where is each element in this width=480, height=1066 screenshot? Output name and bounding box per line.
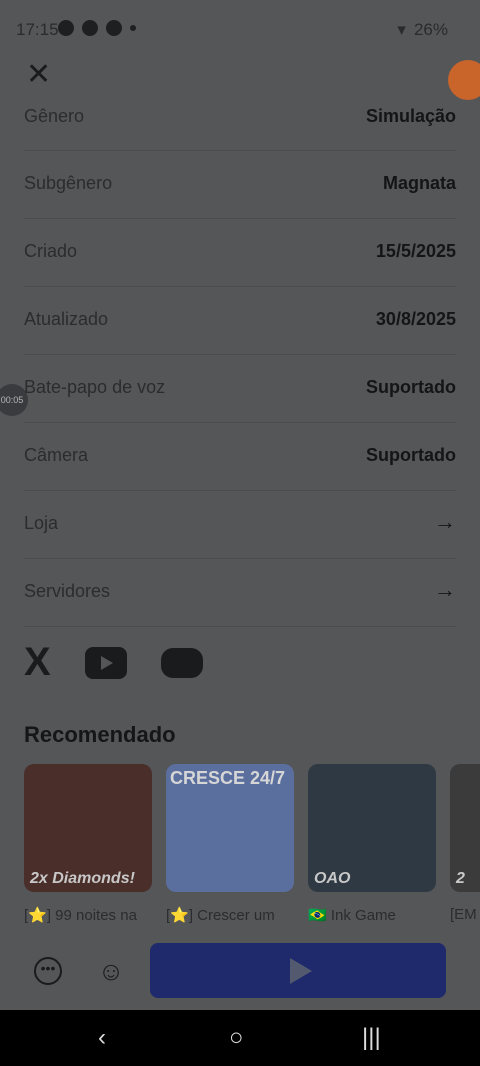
thumbnail-caption: OAO <box>314 870 351 887</box>
more-options-icon[interactable]: ••• <box>34 957 62 985</box>
game-card-title: [EM <box>450 906 477 923</box>
detail-value: Suportado <box>366 445 456 465</box>
play-icon <box>290 958 312 984</box>
system-icons: ▾ 26% <box>397 20 448 40</box>
brush-fab-button[interactable] <box>448 60 480 100</box>
recents-icon[interactable]: ||| <box>362 1024 381 1052</box>
status-bar: 17:15 ▾ 26% <box>0 0 480 58</box>
detail-value: Simulação <box>365 106 456 126</box>
game-card-title: 🇧🇷 Ink Game <box>308 907 396 924</box>
bottom-action-bar: ••• ☺ <box>0 942 480 1010</box>
detail-value: Suportado <box>366 377 456 397</box>
notification-icons <box>58 20 136 36</box>
social-links: X <box>24 640 203 685</box>
recommended-title: Recomendado <box>24 722 176 747</box>
thumbnail-caption: 2 <box>456 870 465 887</box>
thumbnail-caption: CRESCE 24/7 <box>170 768 286 788</box>
recommended-carousel[interactable]: 2x Diamonds! [⭐] 99 noites na CRESCE 24/… <box>24 764 480 924</box>
detail-value: 30/8/2025 <box>375 309 456 329</box>
game-card[interactable]: OAO 🇧🇷 Ink Game <box>308 764 436 924</box>
discord-icon[interactable] <box>160 647 203 678</box>
youtube-icon[interactable] <box>84 646 127 679</box>
detail-value: 15/5/2025 <box>375 241 456 261</box>
friends-icon[interactable]: ☺ <box>96 956 126 986</box>
detail-row-atualizado: Atualizado 30/8/2025 <box>24 287 456 355</box>
game-details: Gênero Simulação Subgênero Magnata Criad… <box>0 100 480 627</box>
game-thumbnail[interactable]: OAO <box>308 764 436 892</box>
more-notifications-icon <box>130 25 136 31</box>
detail-value: Magnata <box>382 173 456 193</box>
game-card[interactable]: 2x Diamonds! [⭐] 99 noites na <box>24 764 152 924</box>
detail-row-camera: Câmera Suportado <box>24 423 456 491</box>
play-button[interactable] <box>150 943 446 998</box>
servers-link-row[interactable]: Servidores → <box>24 559 456 627</box>
game-thumbnail[interactable]: 2 <box>450 764 480 892</box>
detail-label: Subgênero <box>24 173 113 193</box>
back-icon[interactable]: ‹ <box>98 1024 106 1052</box>
detail-label: Atualizado <box>24 309 109 329</box>
notification-icon <box>58 20 74 36</box>
store-link-row[interactable]: Loja → <box>24 491 456 559</box>
wifi-icon: ▾ <box>397 20 406 39</box>
game-card[interactable]: 2 [EM <box>450 764 480 924</box>
thumbnail-caption: 2x Diamonds! <box>30 870 135 887</box>
close-button[interactable]: ✕ <box>26 60 56 90</box>
game-card[interactable]: CRESCE 24/7 [⭐] Crescer um <box>166 764 294 924</box>
game-thumbnail[interactable]: 2x Diamonds! <box>24 764 152 892</box>
store-link-label: Loja <box>24 513 59 533</box>
detail-row-voice-chat: Bate-papo de voz Suportado <box>24 355 456 423</box>
detail-label: Bate-papo de voz <box>24 377 166 397</box>
notification-icon <box>106 20 122 36</box>
detail-label: Gênero <box>24 106 85 126</box>
arrow-right-icon: → <box>434 577 456 602</box>
game-card-title: [⭐] Crescer um <box>166 907 275 924</box>
notification-icon <box>82 20 98 36</box>
detail-row-criado: Criado 15/5/2025 <box>24 219 456 287</box>
status-time: 17:15 <box>16 20 59 39</box>
battery-label: 26% <box>413 20 448 39</box>
detail-label: Criado <box>24 241 78 261</box>
x-icon[interactable]: X <box>24 640 51 685</box>
detail-row-subgenero: Subgênero Magnata <box>24 151 456 219</box>
detail-row-genero: Gênero Simulação <box>24 100 456 151</box>
home-icon[interactable]: ○ <box>229 1024 244 1052</box>
game-thumbnail[interactable]: CRESCE 24/7 <box>166 764 294 892</box>
detail-label: Câmera <box>24 445 89 465</box>
game-card-title: [⭐] 99 noites na <box>24 907 137 924</box>
servers-link-label: Servidores <box>24 581 111 601</box>
arrow-right-icon: → <box>434 509 456 534</box>
android-nav-bar: ‹ ○ ||| <box>0 1010 480 1066</box>
